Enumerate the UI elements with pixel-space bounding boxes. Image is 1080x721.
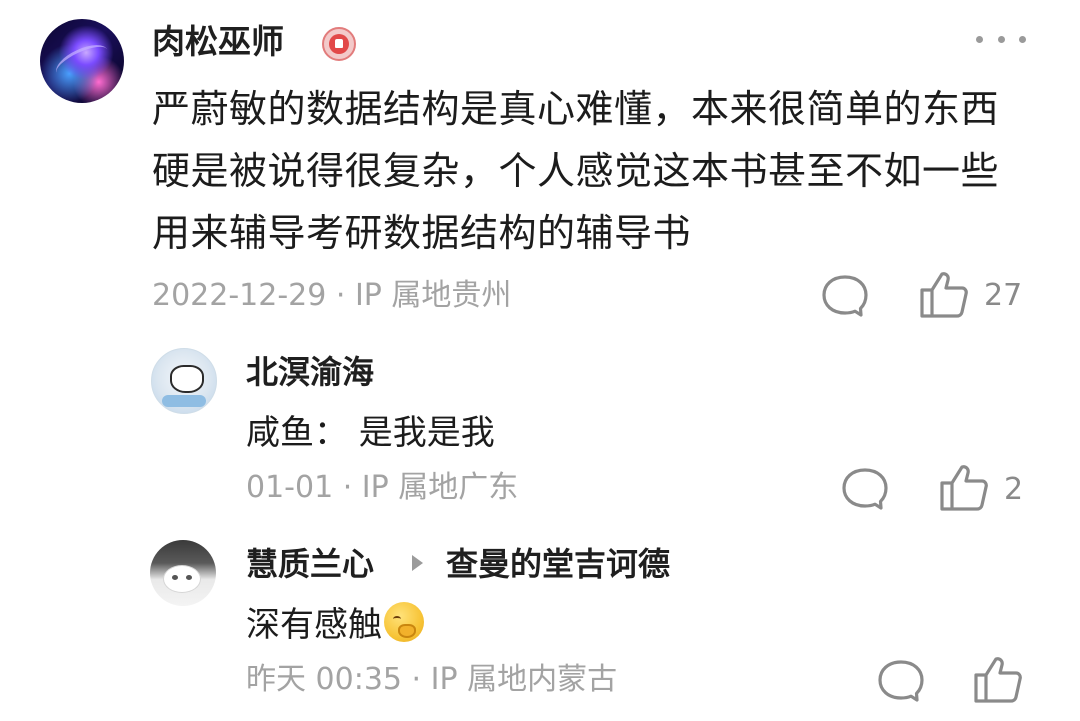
comment-author-name[interactable]: 肉松巫师 [152, 18, 284, 66]
reply-author-name[interactable]: 慧质兰心 [246, 542, 374, 586]
like-count: 27 [984, 278, 1023, 313]
comment-icon[interactable] [820, 273, 870, 319]
reply-meta: 01-01 · IP 属地广东 [246, 470, 519, 505]
reply-meta: 昨天 00:35 · IP 属地内蒙古 [246, 662, 618, 697]
reply-text: 咸鱼： 是我是我 [246, 413, 495, 453]
thumb-badge-icon [322, 27, 356, 61]
comment-meta: 2022-12-29 · IP 属地贵州 [152, 278, 512, 313]
like-icon[interactable] [918, 270, 970, 320]
reply-text: 深有感触 [246, 602, 424, 648]
reply-target-name[interactable]: 查曼的堂吉诃德 [446, 542, 670, 586]
dot [976, 35, 983, 43]
comment-text: 严蔚敏的数据结构是真心难懂，本来很简单的东西硬是被说得很复杂，个人感觉这本书甚至… [152, 87, 1000, 255]
comment-icon[interactable] [876, 658, 926, 704]
avatar[interactable] [40, 19, 124, 103]
more-options-icon[interactable] [976, 24, 1026, 54]
like-count: 2 [1004, 472, 1024, 507]
smiling-face-emoji-icon [384, 602, 424, 642]
like-icon[interactable] [972, 655, 1024, 705]
avatar[interactable] [151, 348, 217, 414]
avatar[interactable] [150, 540, 216, 606]
dot [997, 35, 1005, 43]
dot [1019, 35, 1026, 43]
reply-author-name[interactable]: 北溟渝海 [246, 350, 374, 394]
comment-icon[interactable] [840, 466, 890, 512]
reply-text-content: 深有感触 [246, 605, 382, 645]
like-icon[interactable] [938, 463, 990, 513]
reply-arrow-icon [412, 555, 423, 571]
